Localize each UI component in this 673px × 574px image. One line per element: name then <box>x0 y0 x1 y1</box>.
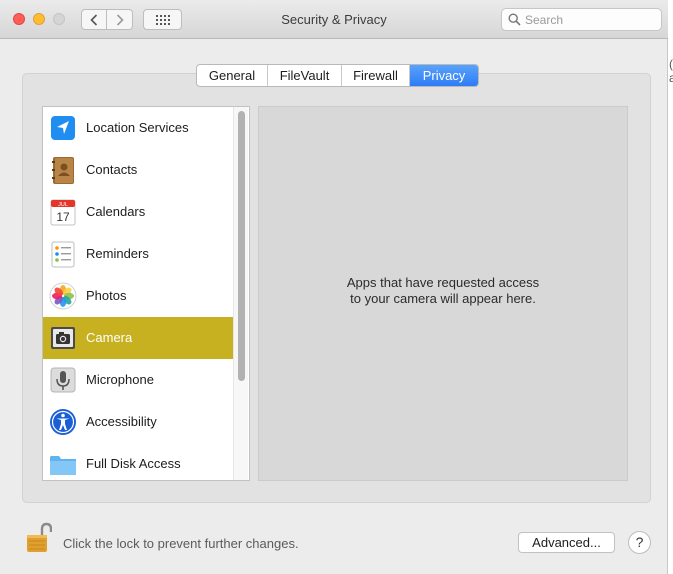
sidebar-item-full-disk-access[interactable]: Full Disk Access <box>43 443 235 480</box>
sidebar-item-label: Full Disk Access <box>86 456 181 471</box>
calendar-month-text: JUL <box>58 202 68 208</box>
empty-state-line-2: to your camera will appear here. <box>350 291 536 306</box>
privacy-category-list: Location Services Contacts JUL 17 Calend… <box>42 106 250 481</box>
calendar-day-text: 17 <box>56 210 70 224</box>
empty-state-line-1: Apps that have requested access <box>346 275 540 290</box>
title-bar: Security & Privacy <box>0 0 668 39</box>
sidebar-item-label: Camera <box>86 330 133 345</box>
scrollbar-thumb[interactable] <box>238 111 245 381</box>
sidebar-item-accessibility[interactable]: Accessibility <box>43 401 235 443</box>
folder-icon <box>50 456 76 475</box>
back-button[interactable] <box>81 9 107 30</box>
sidebar-item-label: Photos <box>86 288 127 303</box>
sidebar-item-label: Contacts <box>86 162 138 177</box>
sidebar-item-label: Accessibility <box>86 414 157 429</box>
tab-filevault[interactable]: FileVault <box>267 65 341 86</box>
security-privacy-window: Security & Privacy General FileVault Fir… <box>0 0 668 574</box>
show-all-button[interactable] <box>143 9 182 30</box>
sidebar-item-contacts[interactable]: Contacts <box>43 149 235 191</box>
search-icon <box>508 13 521 26</box>
zoom-window-button[interactable] <box>53 13 65 25</box>
sidebar-item-label: Calendars <box>86 204 146 219</box>
advanced-button[interactable]: Advanced... <box>518 532 615 553</box>
sidebar-item-reminders[interactable]: Reminders <box>43 233 235 275</box>
empty-state-message: Apps that have requested access to your … <box>259 275 627 307</box>
calendar-icon: JUL 17 <box>50 199 76 226</box>
sidebar-scrollbar[interactable] <box>233 107 248 480</box>
tab-general[interactable]: General <box>197 65 267 86</box>
reminders-icon <box>51 241 75 268</box>
lock-status-text: Click the lock to prevent further change… <box>63 536 299 551</box>
tab-bar: General FileVault Firewall Privacy <box>196 64 479 87</box>
contacts-book-icon <box>52 157 74 184</box>
grid-icon <box>155 14 170 25</box>
sidebar-item-calendars[interactable]: JUL 17 Calendars <box>43 191 235 233</box>
close-window-button[interactable] <box>13 13 25 25</box>
chevron-left-icon <box>90 13 98 26</box>
photos-flower-icon <box>49 282 77 310</box>
tab-privacy[interactable]: Privacy <box>409 65 478 86</box>
minimize-window-button[interactable] <box>33 13 45 25</box>
sidebar-item-label: Location Services <box>86 120 189 135</box>
app-list-area: Apps that have requested access to your … <box>258 106 628 481</box>
sidebar-item-label: Microphone <box>86 372 154 387</box>
unlocked-padlock-icon[interactable] <box>26 522 52 554</box>
background-fragment-line-1: ( <box>669 57 673 71</box>
search-field[interactable] <box>501 8 662 31</box>
sidebar-item-location-services[interactable]: Location Services <box>43 107 235 149</box>
background-fragment-line-2: a <box>669 71 673 85</box>
location-arrow-icon <box>51 116 75 140</box>
search-input[interactable] <box>525 11 657 28</box>
background-window-fragment: ( a <box>669 57 673 85</box>
forward-button[interactable] <box>107 9 133 30</box>
chevron-right-icon <box>116 13 124 26</box>
sidebar-item-microphone[interactable]: Microphone <box>43 359 235 401</box>
tab-firewall[interactable]: Firewall <box>341 65 409 86</box>
help-button[interactable]: ? <box>628 531 651 554</box>
camera-icon <box>51 327 75 349</box>
sidebar-item-camera[interactable]: Camera <box>43 317 235 359</box>
sidebar-item-label: Reminders <box>86 246 149 261</box>
accessibility-icon <box>50 409 76 435</box>
microphone-icon <box>50 367 76 393</box>
sidebar-item-photos[interactable]: Photos <box>43 275 235 317</box>
